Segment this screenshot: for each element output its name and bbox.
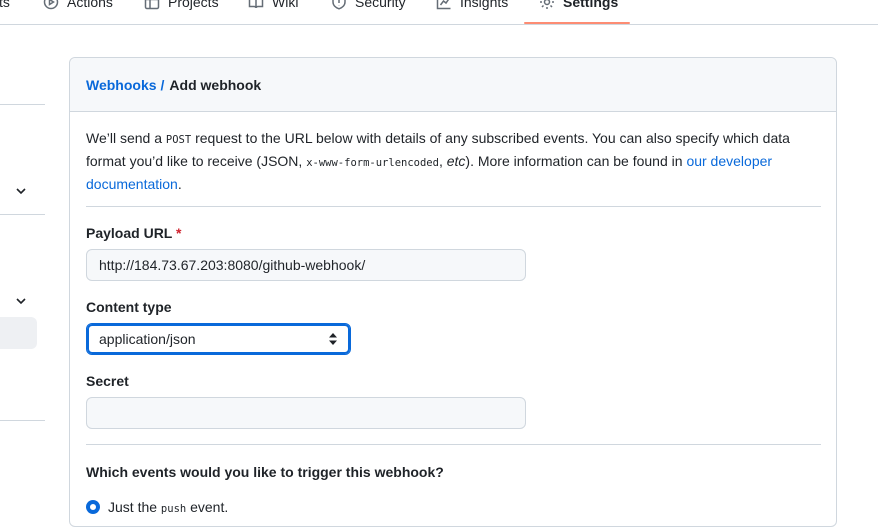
tab-label: Projects [168, 0, 219, 10]
sidebar-divider [0, 214, 45, 215]
gear-icon [540, 0, 554, 9]
intro-text: We’ll send a POST request to the URL bel… [86, 128, 796, 195]
events-question: Which events would you like to trigger t… [86, 464, 444, 480]
tab-label: ts [0, 0, 10, 10]
secret-input[interactable] [86, 397, 526, 429]
tab-wiki[interactable]: Wiki [248, 0, 298, 12]
sidebar-item-webhooks[interactable] [0, 317, 37, 349]
section-divider [86, 206, 821, 207]
content-type-label: Content type [86, 299, 172, 315]
tab-projects[interactable]: Projects [144, 0, 219, 12]
tab-label: Security [355, 0, 406, 10]
content-type-select[interactable]: application/json [86, 323, 351, 355]
push-code: push [160, 503, 187, 515]
select-arrows-icon [328, 332, 338, 346]
chevron-down-icon [16, 298, 26, 305]
intro-text-part: , [438, 153, 447, 169]
tab-label: Settings [563, 0, 619, 10]
chevron-down-icon [16, 188, 26, 195]
payload-url-label-text: Payload URL [86, 225, 173, 241]
breadcrumb-webhooks-link[interactable]: Webhooks [86, 77, 157, 93]
intro-text-part: We’ll send a [86, 130, 166, 146]
sidebar-divider [0, 104, 45, 105]
event-option-text: Just the [108, 499, 161, 515]
sidebar-divider [0, 420, 45, 421]
event-option-label: Just the push event. [108, 499, 228, 515]
tab-actions[interactable]: Actions [43, 0, 113, 12]
shield-icon [332, 0, 346, 10]
tab-security[interactable]: Security [331, 0, 406, 12]
breadcrumb-separator: / [160, 76, 165, 93]
radio-button-selected[interactable] [86, 500, 100, 514]
section-divider [86, 444, 821, 445]
play-icon [43, 0, 59, 10]
sidebar-expand-chevron[interactable] [14, 294, 28, 308]
tab-label: Actions [67, 0, 113, 10]
tab-settings[interactable]: Settings [539, 0, 618, 12]
tab-label: Wiki [272, 0, 299, 10]
panel-header: Webhooks / Add webhook [70, 58, 836, 112]
graph-icon [436, 0, 451, 10]
form-urlencoded-code: x-www-form-urlencoded [306, 157, 439, 169]
content-type-value: application/json [99, 331, 196, 347]
post-code: POST [165, 134, 192, 146]
intro-text-part: ). More information can be found in [465, 153, 687, 169]
book-icon [248, 0, 264, 9]
table-icon [144, 0, 160, 10]
secret-label: Secret [86, 373, 129, 389]
etc-text: etc [446, 153, 466, 169]
repo-nav: ts Actions Projects Wiki Security Insigh… [0, 0, 878, 25]
payload-url-value: http://184.73.67.203:8080/github-webhook… [99, 257, 366, 273]
required-marker: * [176, 225, 182, 241]
selected-tab-underline [524, 22, 630, 24]
add-webhook-panel: Webhooks / Add webhook We’ll send a POST… [69, 57, 837, 527]
sidebar-expand-chevron[interactable] [14, 184, 28, 198]
page-title: Add webhook [169, 76, 262, 93]
payload-url-input[interactable]: http://184.73.67.203:8080/github-webhook… [86, 249, 526, 281]
tab-label: Insights [460, 0, 509, 10]
tab-code[interactable]: ts [0, 0, 10, 12]
event-option-text: event. [186, 499, 229, 515]
event-option-push[interactable]: Just the push event. [86, 499, 228, 515]
intro-text-part: . [177, 176, 182, 192]
tab-insights[interactable]: Insights [436, 0, 508, 12]
payload-url-label: Payload URL * [86, 225, 181, 241]
